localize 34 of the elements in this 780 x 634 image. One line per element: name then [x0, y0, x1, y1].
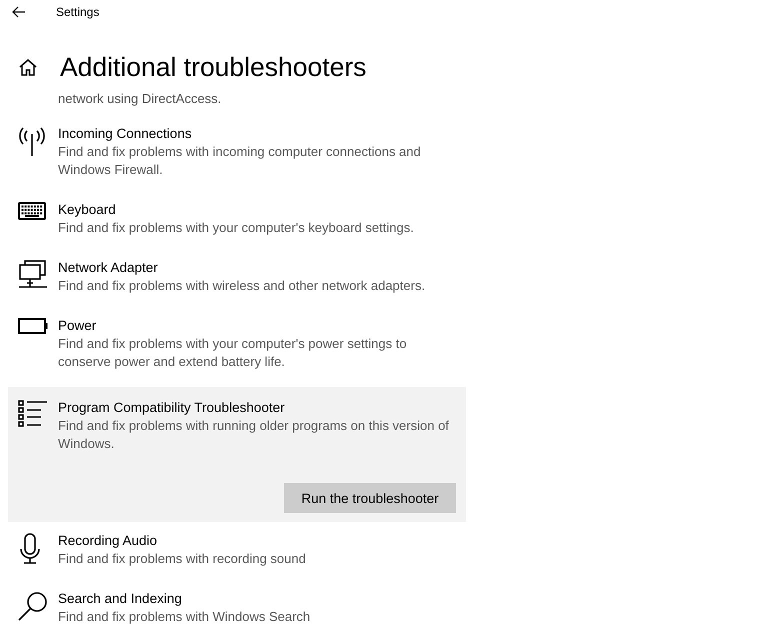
item-title: Keyboard	[58, 201, 117, 219]
microphone-icon	[18, 533, 42, 565]
item-title: Recording Audio	[58, 532, 158, 550]
item-description: Find and fix problems with your computer's keyboard settings.	[58, 219, 415, 237]
search-icon	[18, 591, 48, 621]
back-icon[interactable]	[12, 6, 26, 18]
item-title: Incoming Connections	[58, 125, 193, 143]
item-title: Search and Indexing	[58, 590, 183, 608]
antenna-icon	[18, 126, 46, 156]
item-description: Find and fix problems with recording sound	[58, 550, 307, 568]
item-description: network using DirectAccess.	[58, 90, 222, 108]
keyboard-icon	[18, 202, 46, 220]
troubleshooter-item[interactable]: Recording Audio Find and fix problems with recording sound	[8, 527, 466, 585]
window-title: Settings	[56, 5, 100, 19]
troubleshooter-item[interactable]: Search and Indexing Find and fix problems with Windows Search	[8, 585, 466, 634]
troubleshooter-item[interactable]: Power Find and fix problems with your computer's power settings to conserve power and extend battery life.	[8, 312, 466, 388]
item-description: Find and fix problems with wireless and other network adapters.	[58, 277, 426, 295]
item-title: Network Adapter	[58, 259, 159, 277]
battery-icon	[18, 318, 48, 334]
troubleshooter-item[interactable]: Incoming Connections Find and fix problems with incoming computer connections and Windows Firewall.	[8, 120, 466, 196]
item-title: Program Compatibility Troubleshooter	[58, 399, 286, 417]
item-description: Find and fix problems with running older programs on this version of Windows.	[58, 417, 450, 453]
page-title: Additional troubleshooters	[60, 52, 366, 82]
troubleshooter-item[interactable]: Keyboard Find and fix problems with your computer's keyboard settings.	[8, 196, 466, 254]
troubleshooter-item[interactable]: Network Adapter Find and fix problems with wireless and other network adapters.	[8, 254, 466, 312]
selected-item-panel[interactable]: Program Compatibility Troubleshooter Find and fix problems with running older programs on this version of Windows. Run the troubleshooter	[8, 387, 466, 522]
network-computer-icon	[18, 260, 48, 290]
item-description: Find and fix problems with Windows Search	[58, 608, 312, 626]
home-icon[interactable]	[18, 58, 38, 76]
item-description: Find and fix problems with your computer's power settings to conserve power and extend battery life.	[58, 335, 408, 371]
item-description: Find and fix problems with incoming computer connections and Windows Firewall.	[58, 143, 422, 179]
list-icon	[18, 400, 48, 428]
item-title: Power	[58, 317, 98, 335]
run-troubleshooter-button[interactable]: Run the troubleshooter	[284, 483, 456, 513]
